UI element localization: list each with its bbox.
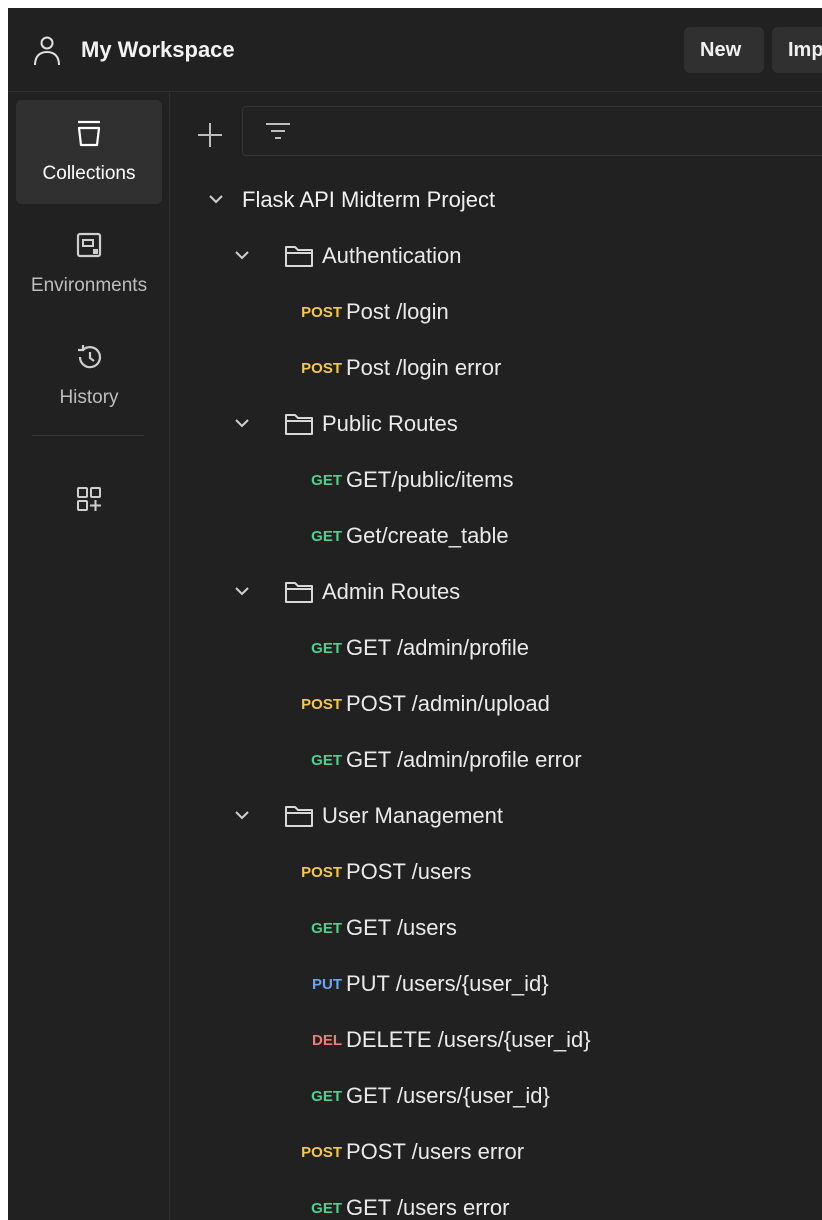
folder-icon	[285, 246, 313, 267]
request-name: GET /users	[346, 915, 457, 940]
request-name: Post /login	[346, 299, 449, 324]
collection-row[interactable]: Flask API Midterm Project	[178, 172, 822, 228]
folder-row-authentication[interactable]: Authentication	[178, 228, 822, 284]
request-name: GET /admin/profile error	[346, 747, 582, 772]
request-row[interactable]: DEL DELETE /users/{user_id}	[178, 1012, 822, 1068]
sidebar-item-label: Environments	[30, 275, 148, 296]
folder-name: User Management	[322, 803, 503, 828]
request-name: POST /users	[346, 859, 472, 884]
request-name: DELETE /users/{user_id}	[346, 1027, 591, 1052]
method-badge: POST	[301, 304, 342, 321]
collections-icon	[77, 120, 101, 147]
request-row[interactable]: GET GET/public/items	[178, 452, 822, 508]
method-badge: POST	[301, 360, 342, 377]
request-row[interactable]: POST POST /users error	[178, 1124, 822, 1180]
chevron-down-icon[interactable]	[234, 809, 250, 821]
sidebar-item-collections[interactable]: Collections	[16, 100, 162, 204]
sidebar-item-label: History	[59, 387, 119, 408]
workspace-title[interactable]: My Workspace	[81, 36, 235, 64]
filter-icon[interactable]	[263, 119, 293, 145]
method-badge: GET	[311, 752, 342, 769]
request-row[interactable]: GET GET /users	[178, 900, 822, 956]
folder-icon	[285, 806, 313, 827]
sidebar-item-label: Collections	[42, 163, 136, 184]
header-bar: My Workspace New Import	[8, 8, 822, 92]
request-row[interactable]: GET GET /admin/profile	[178, 620, 822, 676]
request-name: Get/create_table	[346, 523, 509, 548]
sidebar-item-history[interactable]: History	[16, 324, 162, 428]
request-name: GET/public/items	[346, 467, 514, 492]
request-name: POST /users error	[346, 1139, 525, 1164]
method-badge: GET	[311, 472, 342, 489]
folder-name: Public Routes	[322, 411, 458, 436]
filter-input[interactable]	[242, 106, 822, 156]
request-name: PUT /users/{user_id}	[346, 971, 549, 996]
folder-name: Authentication	[322, 243, 462, 268]
chevron-down-icon[interactable]	[234, 417, 250, 429]
request-row[interactable]: POST POST /admin/upload	[178, 676, 822, 732]
folder-name: Admin Routes	[322, 579, 461, 604]
folder-row-public-routes[interactable]: Public Routes	[178, 396, 822, 452]
folder-icon	[285, 414, 313, 435]
chevron-down-icon[interactable]	[234, 585, 250, 597]
request-name: POST /admin/upload	[346, 691, 550, 716]
request-row[interactable]: GET GET /users/{user_id}	[178, 1068, 822, 1124]
app-window: My Workspace New Import Collections Envi…	[8, 8, 822, 1220]
chevron-down-icon[interactable]	[234, 249, 250, 261]
new-button[interactable]: New	[684, 27, 764, 73]
request-row[interactable]: POST Post /login error	[178, 340, 822, 396]
import-button[interactable]: Import	[772, 27, 822, 73]
sidebar-divider	[32, 435, 144, 436]
method-badge: GET	[311, 528, 342, 545]
chevron-down-icon[interactable]	[208, 193, 224, 205]
request-row[interactable]: GET GET /users error	[178, 1180, 822, 1220]
collection-name: Flask API Midterm Project	[242, 187, 496, 212]
method-badge: GET	[311, 1088, 342, 1105]
plus-icon[interactable]	[194, 119, 226, 151]
method-badge: POST	[301, 1144, 342, 1161]
request-name: GET /users error	[346, 1195, 510, 1220]
environments-icon	[76, 232, 102, 258]
request-row[interactable]: GET Get/create_table	[178, 508, 822, 564]
request-row[interactable]: POST POST /users	[178, 844, 822, 900]
method-badge: POST	[301, 696, 342, 713]
request-name: GET /users/{user_id}	[346, 1083, 550, 1108]
sidebar: Collections Environments History	[8, 92, 170, 1220]
request-row[interactable]: PUT PUT /users/{user_id}	[178, 956, 822, 1012]
request-name: GET /admin/profile	[346, 635, 530, 660]
method-badge: DEL	[312, 1032, 342, 1049]
method-badge: GET	[311, 640, 342, 657]
request-row[interactable]: POST Post /login	[178, 284, 822, 340]
request-name: Post /login error	[346, 355, 502, 380]
method-badge: PUT	[312, 976, 342, 993]
sidebar-item-environments[interactable]: Environments	[16, 212, 162, 316]
history-icon	[78, 345, 102, 369]
method-badge: GET	[311, 1200, 342, 1217]
request-row[interactable]: GET GET /admin/profile error	[178, 732, 822, 788]
user-icon	[34, 36, 60, 66]
add-app-icon[interactable]	[74, 484, 104, 514]
method-badge: GET	[311, 920, 342, 937]
folder-row-admin-routes[interactable]: Admin Routes	[178, 564, 822, 620]
method-badge: POST	[301, 864, 342, 881]
folder-icon	[285, 582, 313, 603]
folder-row-user-management[interactable]: User Management	[178, 788, 822, 844]
